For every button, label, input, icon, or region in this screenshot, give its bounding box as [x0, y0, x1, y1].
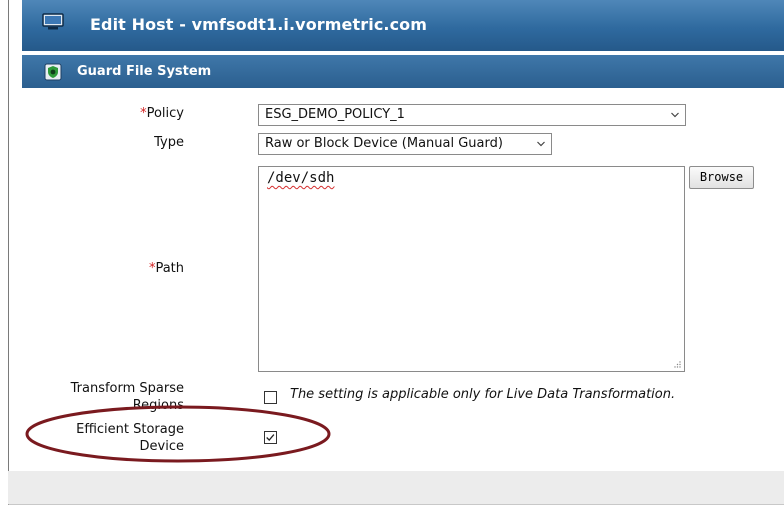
policy-select-value: ESG_DEMO_POLICY_1 [265, 107, 405, 122]
policy-label: *Policy [110, 106, 184, 121]
type-label: Type [110, 135, 184, 150]
shield-icon [44, 63, 62, 81]
type-select[interactable]: Raw or Block Device (Manual Guard) [258, 133, 552, 155]
section-title: Guard File System [77, 64, 212, 79]
monitor-icon [42, 13, 64, 30]
path-textarea[interactable]: /dev/sdh [258, 166, 685, 372]
browse-button[interactable]: Browse [689, 166, 754, 189]
chevron-down-icon [671, 112, 679, 118]
path-value: /dev/sdh [267, 170, 335, 186]
window-title: Edit Host - vmfsodt1.i.vormetric.com [90, 15, 428, 34]
transform-sparse-hint: The setting is applicable only for Live … [290, 387, 676, 402]
transform-sparse-checkbox[interactable] [264, 391, 277, 404]
policy-label-text: Policy [146, 106, 184, 121]
policy-select[interactable]: ESG_DEMO_POLICY_1 [258, 104, 686, 126]
chevron-down-icon [537, 141, 545, 147]
path-label-text: Path [155, 261, 184, 276]
resize-grip-icon[interactable] [673, 360, 681, 368]
transform-sparse-label-line1: Transform Sparse [70, 381, 184, 396]
type-select-value: Raw or Block Device (Manual Guard) [265, 136, 503, 151]
section-header: Guard File System [22, 55, 784, 88]
path-label: *Path [110, 261, 184, 276]
highlight-ellipse [25, 405, 331, 463]
type-label-text: Type [154, 135, 184, 150]
title-bar: Edit Host - vmfsodt1.i.vormetric.com [22, 0, 784, 51]
footer-bar [8, 471, 784, 504]
